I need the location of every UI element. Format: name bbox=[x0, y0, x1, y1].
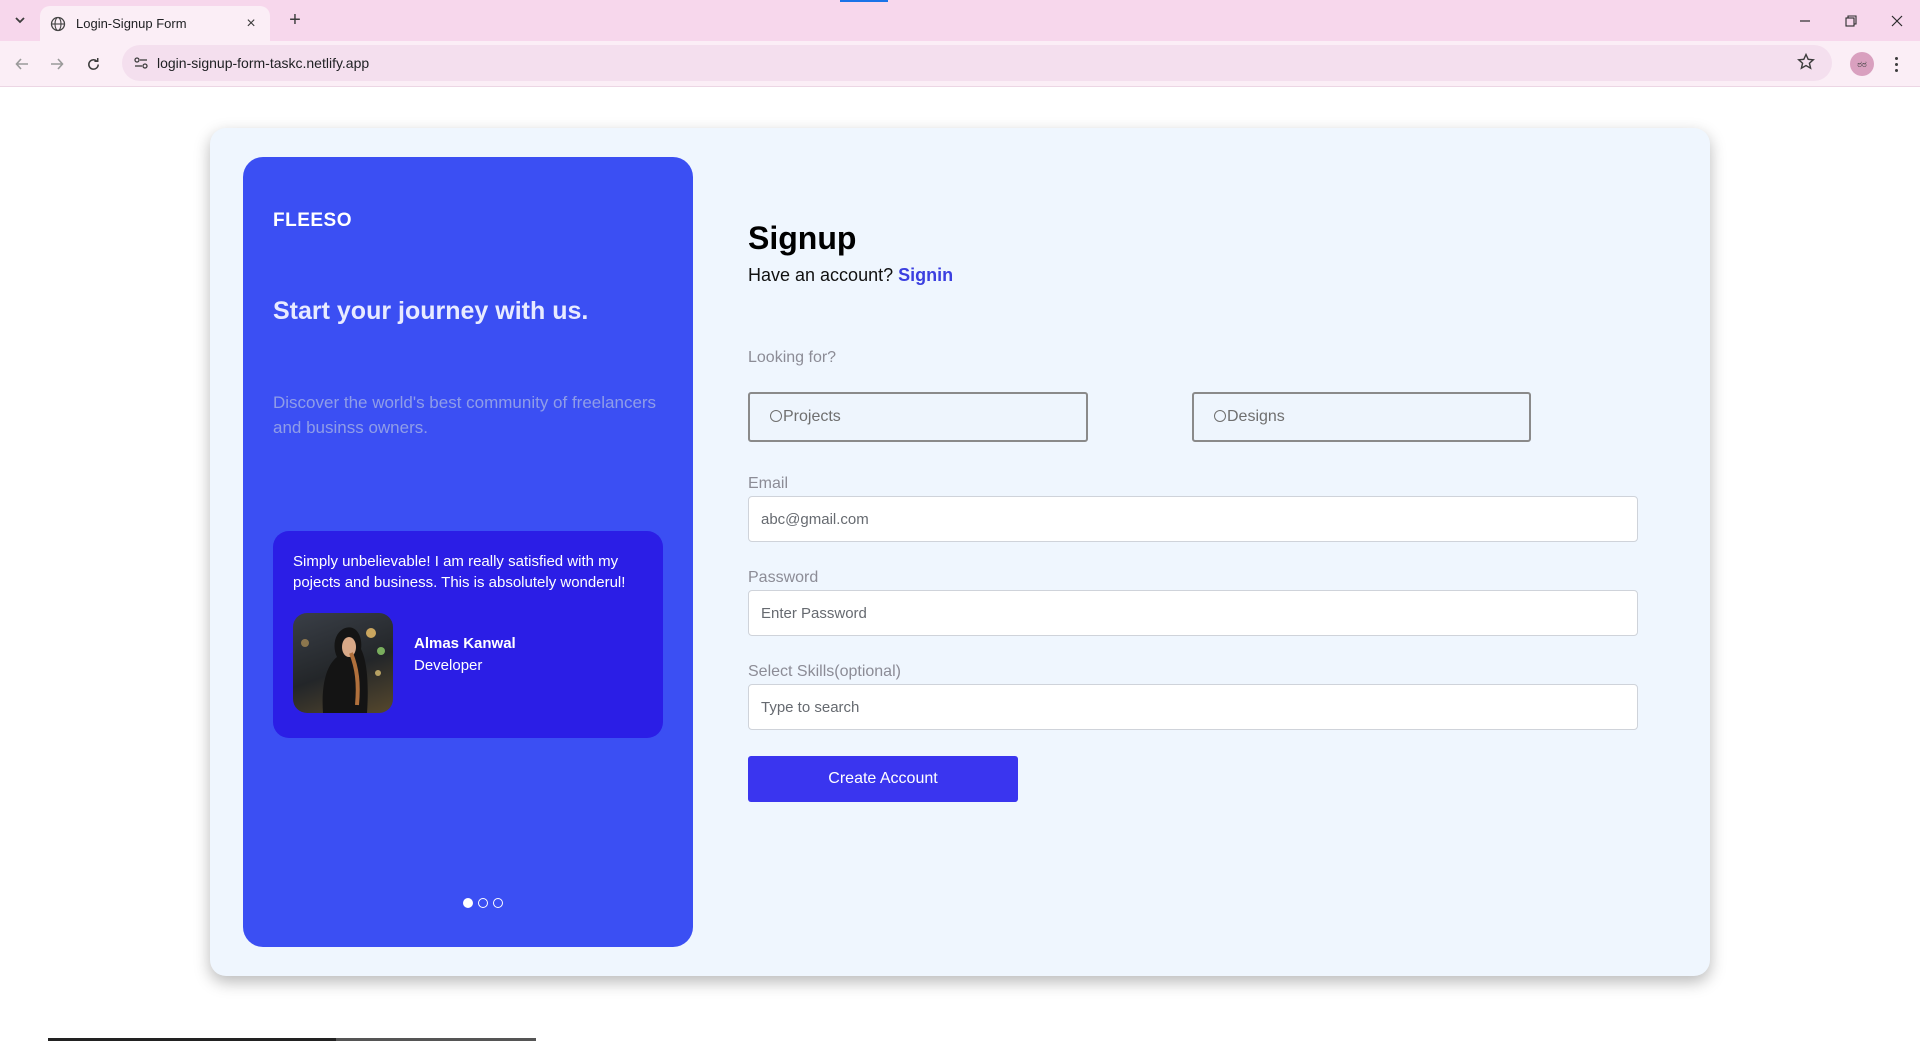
page-title: Signup bbox=[748, 220, 857, 256]
testimonial-quote: Simply unbelievable! I am really satisfi… bbox=[293, 553, 626, 591]
promo-headline: Start your journey with us. bbox=[273, 297, 589, 325]
promo-panel: FLEESO Start your journey with us. Disco… bbox=[243, 157, 693, 947]
password-label: Password bbox=[748, 569, 819, 586]
carousel-dot-3[interactable] bbox=[493, 898, 503, 908]
have-account-text: Have an account? bbox=[748, 265, 894, 285]
restore-icon[interactable] bbox=[1836, 6, 1866, 36]
carousel-dots bbox=[463, 898, 503, 908]
testimonial-role: Developer bbox=[414, 657, 483, 674]
testimonial-card: Simply unbelievable! I am really satisfi… bbox=[273, 531, 663, 738]
radio-icon[interactable] bbox=[1214, 409, 1226, 422]
browser-toolbar: login-signup-form-taskc.netlify.app ಠಠ bbox=[0, 41, 1920, 87]
email-label: Email bbox=[748, 475, 789, 492]
close-tab-icon[interactable]: × bbox=[242, 15, 260, 33]
option-designs-label: Designs bbox=[1227, 408, 1285, 425]
create-account-button[interactable]: Create Account bbox=[748, 756, 1018, 802]
profile-avatar-icon[interactable]: ಠಠ bbox=[1850, 52, 1874, 76]
browser-menu-icon[interactable] bbox=[1888, 51, 1904, 77]
email-field[interactable] bbox=[748, 496, 1638, 542]
globe-icon bbox=[50, 16, 66, 32]
browser-tab-bar: Login-Signup Form × + bbox=[0, 0, 1920, 41]
brand-logo: FLEESO bbox=[273, 210, 353, 231]
reload-icon[interactable] bbox=[79, 50, 107, 78]
option-projects[interactable]: Projects bbox=[748, 392, 1088, 442]
signin-link[interactable]: Signin bbox=[898, 265, 953, 285]
browser-tab[interactable]: Login-Signup Form × bbox=[40, 6, 270, 41]
forward-icon[interactable] bbox=[43, 50, 71, 78]
site-settings-icon[interactable] bbox=[132, 54, 150, 72]
bookmark-star-icon[interactable] bbox=[1796, 52, 1818, 74]
address-bar[interactable]: login-signup-form-taskc.netlify.app bbox=[122, 45, 1832, 81]
looking-for-label: Looking for? bbox=[748, 349, 837, 366]
have-account-row: Have an account? Signin bbox=[748, 265, 953, 286]
promo-subcopy: Discover the world's best community of f… bbox=[273, 393, 657, 437]
option-projects-label: Projects bbox=[783, 408, 841, 425]
carousel-dot-1[interactable] bbox=[463, 898, 473, 908]
back-icon[interactable] bbox=[8, 50, 36, 78]
carousel-dot-2[interactable] bbox=[478, 898, 488, 908]
tab-indicator bbox=[840, 0, 888, 2]
testimonial-name: Almas Kanwal bbox=[414, 635, 516, 652]
tab-title: Login-Signup Form bbox=[76, 16, 187, 31]
option-designs[interactable]: Designs bbox=[1192, 392, 1531, 442]
radio-icon[interactable] bbox=[770, 409, 782, 422]
minimize-icon[interactable] bbox=[1790, 6, 1820, 36]
new-tab-icon[interactable]: + bbox=[282, 8, 308, 34]
close-window-icon[interactable] bbox=[1882, 6, 1912, 36]
skills-label: Select Skills(optional) bbox=[748, 663, 901, 680]
testimonial-avatar bbox=[293, 613, 393, 713]
url-text: login-signup-form-taskc.netlify.app bbox=[157, 55, 370, 71]
tab-search-icon[interactable] bbox=[8, 8, 32, 32]
skills-search-input[interactable] bbox=[748, 684, 1638, 730]
password-field[interactable] bbox=[748, 590, 1638, 636]
